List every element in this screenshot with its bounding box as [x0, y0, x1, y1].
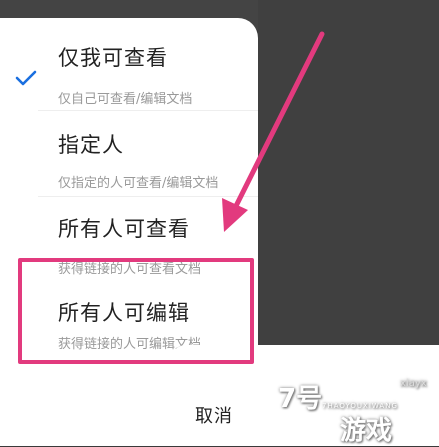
- highlight-box: [18, 258, 254, 364]
- cancel-button[interactable]: 取消: [195, 402, 233, 428]
- option-title: 指定人: [58, 133, 124, 157]
- option-title: 所有人可查看: [58, 217, 190, 241]
- watermark-game: 游戏: [340, 416, 393, 446]
- option-desc: 仅指定的人可查看/编辑文档: [58, 176, 219, 191]
- option-only-me[interactable]: 仅我可查看 仅自己可查看/编辑文档: [0, 32, 258, 118]
- option-specified-people[interactable]: 指定人 仅指定的人可查看/编辑文档: [0, 110, 258, 196]
- check-icon: [15, 70, 37, 86]
- watermark-logo: 7号 xiayx 7HAOYOUXIWANG 游戏: [270, 372, 439, 446]
- option-desc: 仅自己可查看/编辑文档: [58, 92, 193, 107]
- watermark-main: 7号: [278, 384, 323, 414]
- watermark-url: xiayx: [400, 378, 427, 389]
- watermark-sub: 7HAOYOUXIWANG: [322, 402, 398, 410]
- option-title: 仅我可查看: [58, 46, 168, 70]
